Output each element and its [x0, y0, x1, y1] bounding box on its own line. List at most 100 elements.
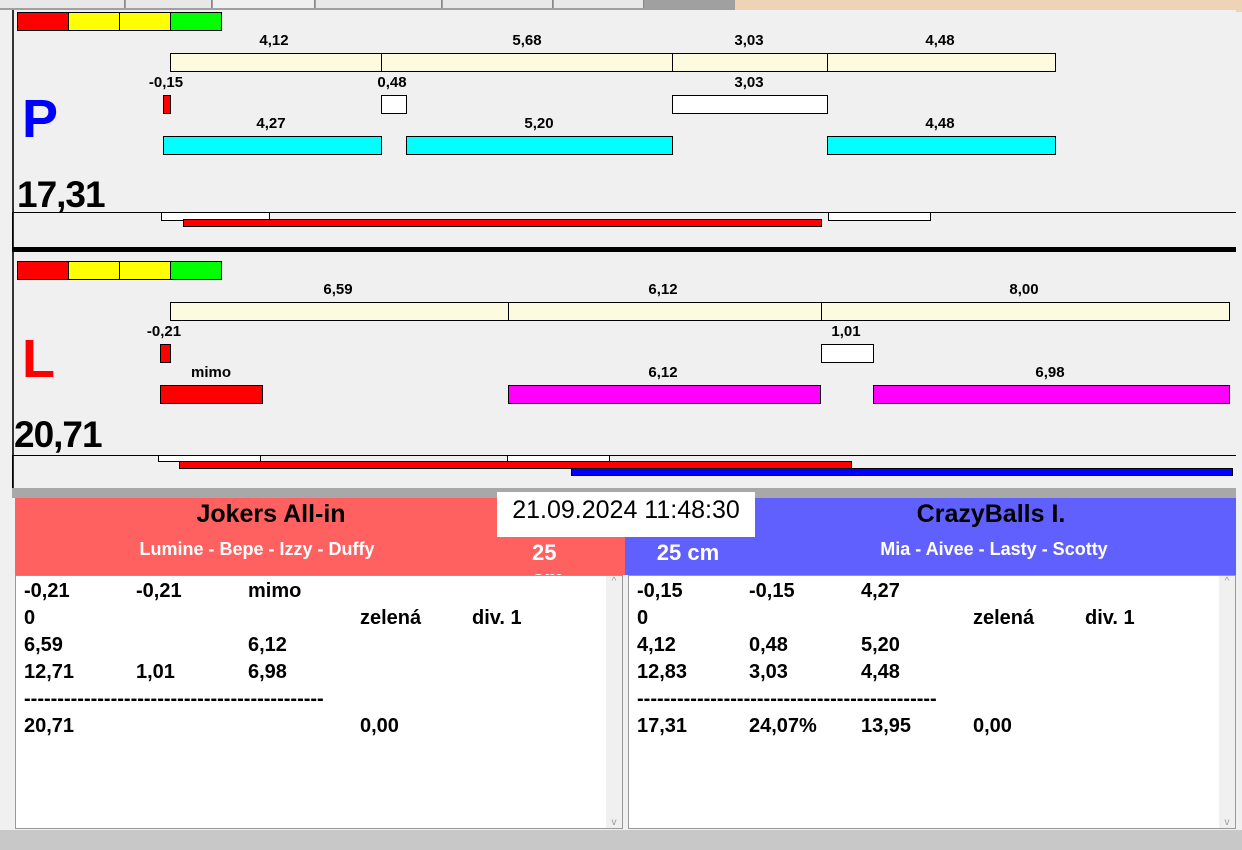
- scroll-down-icon[interactable]: v: [606, 817, 622, 828]
- p-row1-label: 5,68: [512, 32, 542, 49]
- l-row3-label: 6,98: [1035, 364, 1065, 381]
- l-row1-bar: [821, 302, 1230, 321]
- tab[interactable]: [126, 0, 212, 8]
- result-cell: ----------------------------------------…: [637, 688, 937, 710]
- tab[interactable]: [443, 0, 553, 8]
- l-row1-label: 6,12: [648, 281, 678, 298]
- result-cell: 1,01: [136, 661, 175, 683]
- l-row2-bar: [821, 344, 874, 363]
- result-cell: 6,98: [248, 661, 287, 683]
- l-row3-label: mimo: [190, 364, 232, 381]
- p-row3-bar: [406, 136, 673, 155]
- p-row2-label: 3,03: [734, 74, 764, 91]
- right-team-distance: 25 cm: [656, 540, 720, 565]
- right-team-name: CrazyBalls I.: [916, 500, 1066, 528]
- p-row1-label: 3,03: [734, 32, 764, 49]
- result-cell: 6,12: [248, 634, 287, 656]
- result-cell: 20,71: [24, 715, 75, 737]
- legend-red: [17, 261, 69, 280]
- l-row3-bar: [508, 385, 821, 404]
- legend-yellow: [119, 261, 171, 280]
- p-score: 17,31: [17, 174, 106, 215]
- l-letter: L: [22, 329, 55, 389]
- result-cell: zelená: [360, 607, 422, 629]
- l-row3-label: 6,12: [648, 364, 678, 381]
- status-bar: [0, 830, 1242, 850]
- p-row3-bar: [827, 136, 1056, 155]
- result-cell: 12,71: [24, 661, 75, 683]
- result-cell: 4,48: [861, 661, 900, 683]
- legend-yellow: [119, 12, 171, 31]
- result-cell: div. 1: [472, 607, 522, 629]
- result-cell: div. 1: [1085, 607, 1135, 629]
- scroll-down-icon[interactable]: v: [1219, 817, 1235, 828]
- scroll-up-icon[interactable]: ^: [1219, 576, 1235, 587]
- scrollbar[interactable]: ^ v: [606, 576, 622, 828]
- l-row3-bar: [160, 385, 263, 404]
- result-cell: 5,20: [861, 634, 900, 656]
- p-letter: P: [22, 89, 59, 149]
- p-row3-label: 5,20: [524, 115, 554, 132]
- p-row1-bar: [170, 53, 382, 72]
- datetime: 21.09.2024 11:48:30: [497, 492, 755, 537]
- result-cell: zelená: [973, 607, 1035, 629]
- tab[interactable]: [554, 0, 644, 8]
- tab-active[interactable]: [213, 0, 315, 8]
- l-row2-label: -0,21: [146, 323, 182, 340]
- p-row3-label: 4,48: [925, 115, 955, 132]
- p-track-marker: [828, 212, 931, 221]
- l-track-bar-blue: [571, 468, 1233, 476]
- result-cell: 13,95: [861, 715, 912, 737]
- result-cell: ----------------------------------------…: [24, 688, 324, 710]
- p-row1-label: 4,12: [259, 32, 289, 49]
- scrollbar[interactable]: ^ v: [1219, 576, 1235, 828]
- result-cell: -0,21: [136, 580, 182, 602]
- result-cell: 3,03: [749, 661, 788, 683]
- l-row1-label: 6,59: [323, 281, 353, 298]
- l-row1-bar: [508, 302, 822, 321]
- legend-red: [17, 12, 69, 31]
- scroll-up-icon[interactable]: ^: [606, 576, 622, 587]
- left-results-panel[interactable]: ^ v -0,21 -0,21 mimo 0 zelená div. 1 6,59 6,12 12…: [15, 575, 623, 829]
- result-cell: mimo: [248, 580, 302, 602]
- l-row3-bar: [873, 385, 1230, 404]
- l-row2-bar: [160, 344, 171, 363]
- p-row2-label: 0,48: [377, 74, 407, 91]
- result-cell: 6,59: [24, 634, 63, 656]
- result-cell: -0,15: [749, 580, 795, 602]
- tab[interactable]: [0, 0, 125, 8]
- l-score: 20,71: [14, 414, 103, 455]
- legend-green: [170, 12, 222, 31]
- result-cell: 0: [637, 607, 649, 629]
- tab[interactable]: [316, 0, 442, 8]
- p-row3-bar: [163, 136, 382, 155]
- p-row2-bar: [163, 95, 171, 114]
- result-cell: 12,83: [637, 661, 688, 683]
- p-track-bar: [183, 219, 822, 227]
- result-cell: 0: [24, 607, 36, 629]
- result-cell: 4,27: [861, 580, 900, 602]
- right-results-panel[interactable]: ^ v -0,15 -0,15 4,27 0 zelená div. 1 4,12 0,48 5,…: [628, 575, 1236, 829]
- p-row1-bar: [381, 53, 673, 72]
- result-cell: -0,21: [24, 580, 70, 602]
- p-row1-label: 4,48: [925, 32, 955, 49]
- result-cell: 24,07%: [749, 715, 817, 737]
- legend-yellow: [68, 261, 120, 280]
- p-row1-bar: [827, 53, 1056, 72]
- p-row2-bar: [672, 95, 828, 114]
- legend-green: [170, 261, 222, 280]
- left-team-name: Jokers All-in: [196, 500, 346, 528]
- result-cell: 4,12: [637, 634, 676, 656]
- right-team-players: Mia - Aivee - Lasty - Scotty: [880, 539, 1108, 559]
- l-row1-label: 8,00: [1009, 281, 1039, 298]
- tab-strip: [0, 0, 735, 10]
- l-row1-bar: [170, 302, 509, 321]
- p-row2-label: -0,15: [148, 74, 184, 91]
- result-cell: 0,00: [360, 715, 399, 737]
- result-cell: -0,15: [637, 580, 683, 602]
- p-row3-label: 4,27: [256, 115, 286, 132]
- legend-yellow: [68, 12, 120, 31]
- l-row2-label: 1,01: [831, 323, 861, 340]
- result-cell: 17,31: [637, 715, 688, 737]
- left-team-players: Lumine - Bepe - Izzy - Duffy: [139, 539, 375, 559]
